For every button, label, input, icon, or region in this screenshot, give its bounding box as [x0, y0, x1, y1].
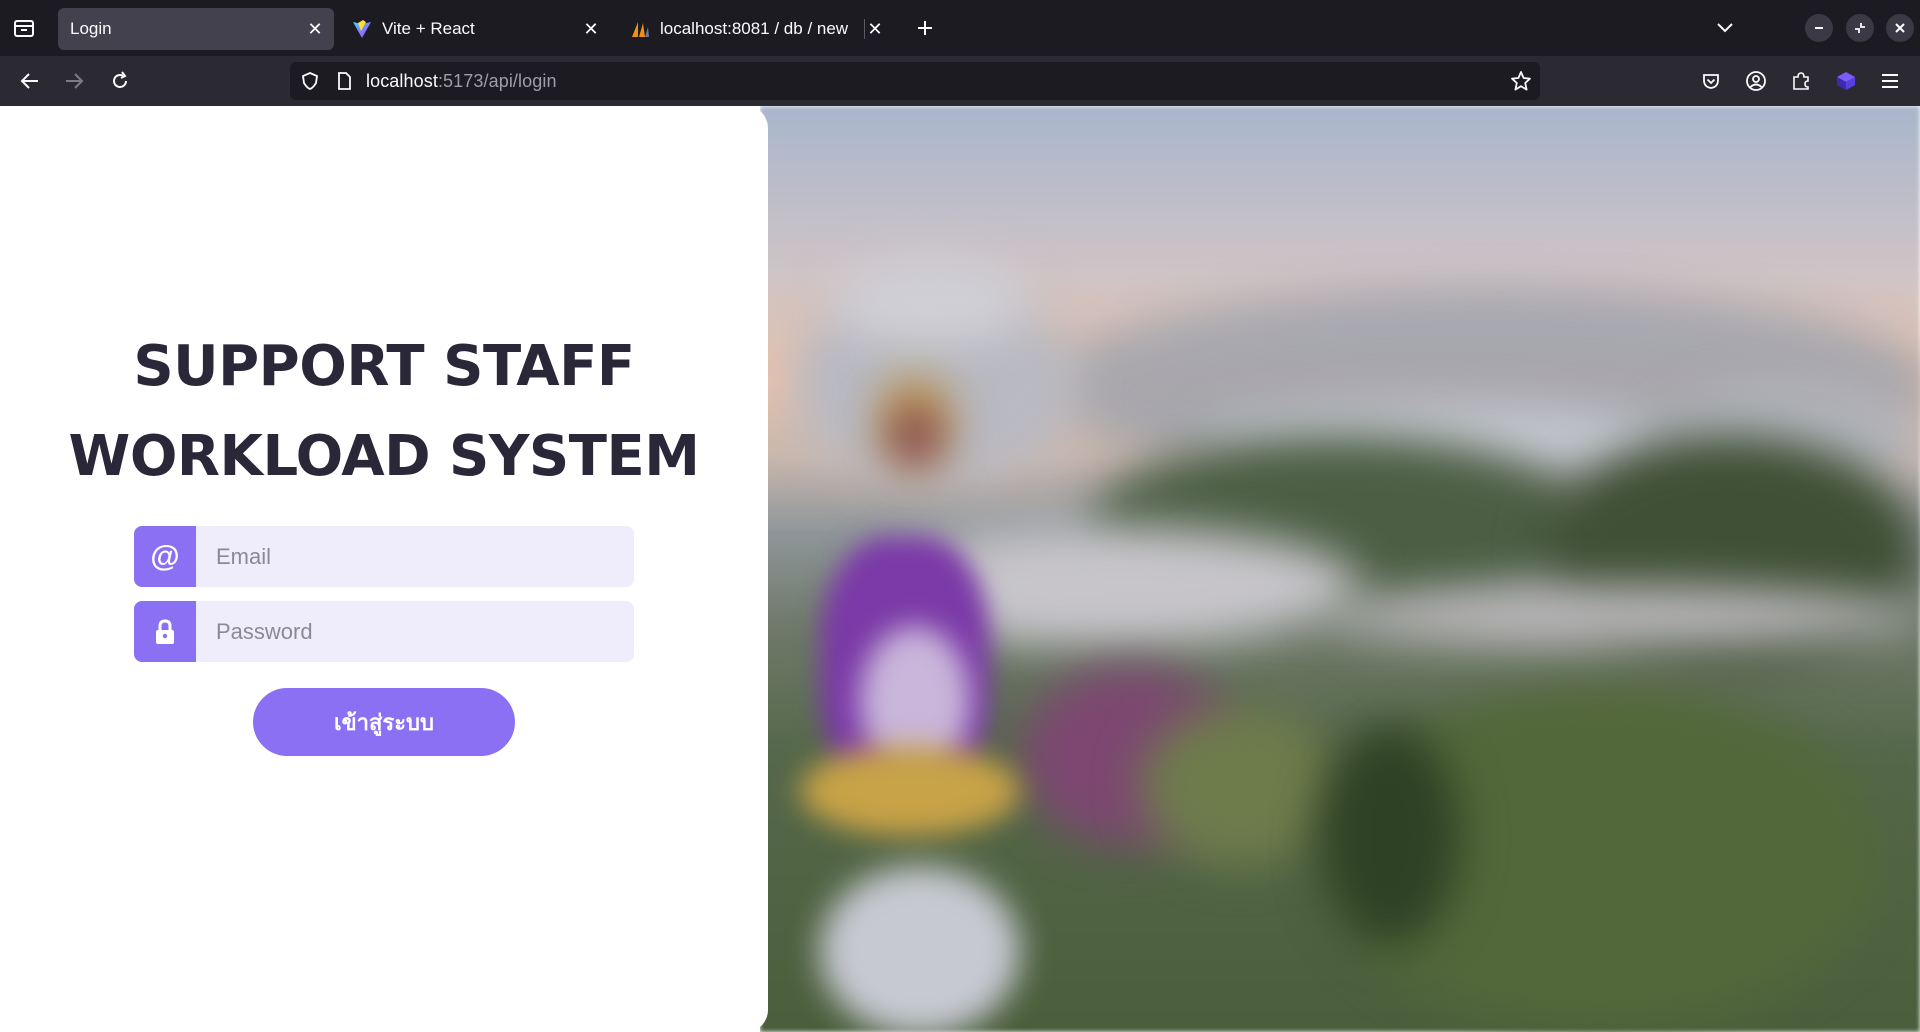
hamburger-menu-icon[interactable]: [1876, 67, 1904, 95]
tab-label: Vite + React: [382, 19, 475, 38]
url-path: :5173/api/login: [437, 71, 557, 91]
pocket-icon[interactable]: [1697, 67, 1725, 95]
address-bar[interactable]: localhost:5173/api/login: [290, 62, 1540, 100]
close-icon[interactable]: ✕: [304, 18, 326, 40]
tab-phpmyadmin[interactable]: localhost:8081 / db / new ✕: [618, 8, 894, 50]
back-arrow-icon[interactable]: [16, 67, 44, 95]
new-tab-plus-icon[interactable]: [912, 15, 938, 41]
password-input[interactable]: [196, 601, 634, 662]
phpmyadmin-sail-icon: [630, 19, 650, 39]
extensions-puzzle-icon[interactable]: [1787, 67, 1815, 95]
reload-icon[interactable]: [106, 67, 134, 95]
close-icon[interactable]: ✕: [580, 18, 602, 40]
tab-vite-react[interactable]: Vite + React ✕: [340, 8, 610, 50]
minimize-icon[interactable]: [1805, 14, 1833, 42]
shield-icon[interactable]: [300, 71, 320, 91]
vite-logo-icon: [352, 19, 372, 39]
tab-login[interactable]: Login ✕: [58, 8, 334, 50]
at-sign-icon: @: [134, 526, 196, 587]
password-field: [134, 601, 634, 662]
tab-label: localhost:8081 / db / new: [660, 19, 849, 38]
close-icon[interactable]: ✕: [864, 18, 886, 40]
lock-icon: [134, 601, 196, 662]
close-window-icon[interactable]: [1886, 14, 1914, 42]
tab-strip: Login ✕ Vite + React ✕ localhost:8081 / …: [0, 0, 1920, 56]
chevron-down-icon[interactable]: [1712, 15, 1738, 41]
login-button[interactable]: เข้าสู่ระบบ: [253, 688, 515, 756]
headline-line-1: SUPPORT STAFF: [133, 334, 635, 399]
bookmark-star-icon[interactable]: [1510, 70, 1532, 92]
campus-background-image: [760, 106, 1920, 1032]
tab-divider: [864, 19, 865, 39]
url-host: localhost: [366, 71, 438, 91]
page-icon[interactable]: [334, 71, 354, 91]
account-icon[interactable]: [1742, 67, 1770, 95]
url-text[interactable]: localhost:5173/api/login: [366, 71, 557, 92]
login-panel: SUPPORT STAFF WORKLOAD SYSTEM @ เข้าสู่ร…: [0, 106, 768, 1032]
email-field: @: [134, 526, 634, 587]
page-viewport: SUPPORT STAFF WORKLOAD SYSTEM @ เข้าสู่ร…: [0, 106, 1920, 1032]
extension-cube-icon[interactable]: [1832, 67, 1860, 95]
forward-arrow-icon[interactable]: [60, 67, 88, 95]
tab-label: Login: [70, 19, 112, 38]
navigation-toolbar: localhost:5173/api/login: [0, 56, 1920, 106]
firefox-view-icon[interactable]: [10, 15, 38, 41]
headline-line-2: WORKLOAD SYSTEM: [68, 424, 700, 489]
email-input[interactable]: [196, 526, 634, 587]
restore-icon[interactable]: [1846, 14, 1874, 42]
